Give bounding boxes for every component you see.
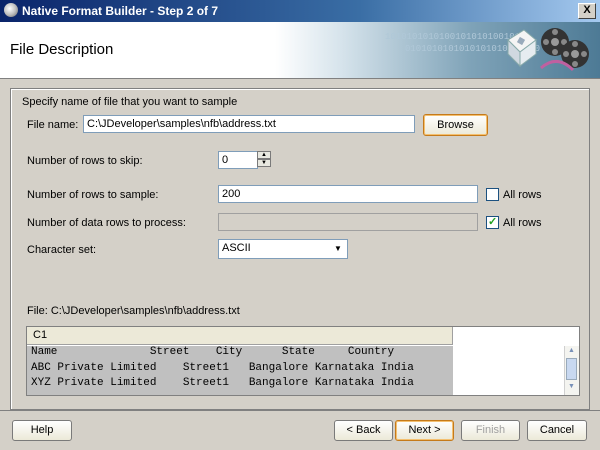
rows-to-skip-input[interactable]: 0 — [218, 151, 258, 169]
spinner-up-icon[interactable]: ▲ — [257, 151, 271, 159]
help-button[interactable]: Help — [12, 420, 72, 441]
table-row: XYZ Private Limited Street1 Bangalore Ka… — [31, 377, 414, 389]
cancel-button[interactable]: Cancel — [527, 420, 587, 441]
table-body: Name Street City State Country ABC Priva… — [27, 346, 453, 395]
back-button[interactable]: < Back — [334, 420, 393, 441]
document-gear-icon — [507, 29, 537, 68]
wizard-header: File Description 10101010101001010101001… — [0, 22, 600, 79]
title-bar: Native Format Builder - Step 2 of 7 X — [0, 0, 600, 22]
app-icon — [4, 3, 18, 17]
file-name-label: File name: — [27, 119, 79, 131]
column-header[interactable]: C1 — [27, 327, 453, 345]
sample-all-rows-checkbox[interactable] — [486, 188, 499, 201]
sample-all-rows-label: All rows — [503, 189, 542, 201]
scroll-thumb[interactable] — [566, 358, 577, 380]
data-rows-input[interactable] — [218, 213, 478, 231]
rows-to-sample-input[interactable]: 200 — [218, 185, 478, 203]
rows-to-skip-spinner[interactable]: ▲ ▼ — [257, 151, 271, 169]
table-row: ABC Private Limited Street1 Bangalore Ka… — [31, 361, 414, 374]
process-all-rows-label: All rows — [503, 217, 542, 229]
instruction-text: Specify name of file that you want to sa… — [22, 96, 238, 108]
vertical-scrollbar[interactable]: ▲ ▼ — [564, 346, 579, 395]
close-button[interactable]: X — [578, 3, 596, 19]
process-all-rows-checkbox[interactable] — [486, 215, 499, 229]
finish-button[interactable]: Finish — [461, 420, 520, 441]
spinner-down-icon[interactable]: ▼ — [257, 159, 271, 167]
table-row: Name Street City State Country — [31, 346, 395, 358]
charset-value: ASCII — [222, 242, 251, 254]
file-path-text: File: C:\JDeveloper\samples\nfb\address.… — [27, 305, 240, 317]
scroll-up-icon[interactable]: ▲ — [566, 347, 577, 357]
rows-to-sample-label: Number of rows to sample: — [27, 189, 159, 201]
header-banner: 1010101010100101010100101 01010101010101… — [275, 22, 600, 78]
page-title: File Description — [10, 41, 114, 58]
chevron-down-icon[interactable]: ▼ — [331, 242, 345, 256]
charset-select[interactable]: ASCII ▼ — [218, 239, 348, 259]
footer-divider — [0, 410, 600, 411]
preview-table: C1 Name Street City State Country ABC Pr… — [26, 326, 580, 396]
scroll-down-icon[interactable]: ▼ — [566, 383, 577, 393]
window-title: Native Format Builder - Step 2 of 7 — [22, 4, 219, 18]
film-reel-icon — [540, 28, 589, 72]
data-rows-label: Number of data rows to process: — [27, 217, 186, 229]
rows-to-skip-label: Number of rows to skip: — [27, 155, 143, 167]
file-name-input[interactable]: C:\JDeveloper\samples\nfb\address.txt — [83, 115, 415, 133]
browse-button[interactable]: Browse — [423, 114, 488, 136]
charset-label: Character set: — [27, 244, 97, 256]
next-button[interactable]: Next > — [395, 420, 454, 441]
